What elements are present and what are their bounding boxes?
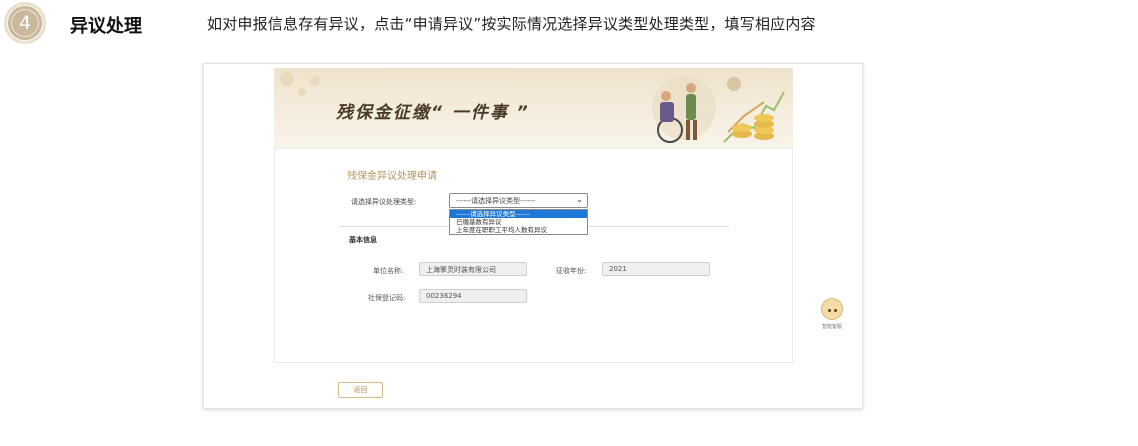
form-title: 残保金异议处理申请: [347, 171, 437, 182]
type-select[interactable]: ------请选择异议类型------ ⌄: [449, 193, 588, 208]
decor-dot: [280, 72, 294, 86]
social-code-field[interactable]: 00236294: [419, 289, 527, 303]
decor-dot: [298, 88, 306, 96]
screenshot-frame: 残保金征缴“ 一件事 ” 残保金异议处理申请 请选择异议处理类型: ------…: [203, 63, 863, 409]
chevron-down-icon: ⌄: [576, 195, 583, 204]
decor-dot: [310, 76, 320, 86]
wheelchair-illustration-icon: [652, 76, 785, 143]
dropdown-option[interactable]: 上年度在职职工平均人数有异议: [450, 226, 587, 234]
company-field[interactable]: 上海擎灵时装有限公司: [419, 262, 527, 276]
year-field[interactable]: 2021: [602, 262, 710, 276]
assistant-label: 智能客服: [821, 324, 842, 330]
banner-title: 残保金征缴“ 一件事 ”: [336, 103, 530, 123]
type-select-value: ------请选择异议类型------: [456, 197, 536, 205]
banner: 残保金征缴“ 一件事 ”: [274, 68, 793, 148]
step-description: 如对申报信息存有异议，点击“申请异议”按实际情况选择异议类型处理类型，填写相应内…: [207, 15, 816, 33]
social-code-label: 社保登记码:: [368, 294, 406, 302]
type-dropdown: ------请选择异议类型------ 已缴基数有异议 上年度在职职工平均人数有…: [449, 209, 588, 235]
dropdown-option[interactable]: 已缴基数有异议: [450, 218, 587, 226]
section-title: 基本信息: [349, 236, 377, 244]
form-panel: 残保金异议处理申请 请选择异议处理类型: ------请选择异议类型------…: [274, 148, 793, 363]
year-label: 征收年份:: [556, 267, 587, 275]
step-title: 异议处理: [70, 16, 142, 37]
step-number-badge: 4: [4, 2, 46, 44]
back-button[interactable]: 返回: [338, 382, 383, 398]
dropdown-option[interactable]: ------请选择异议类型------: [450, 210, 587, 218]
type-label: 请选择异议处理类型:: [351, 198, 417, 206]
assistant-avatar-icon: [821, 298, 843, 320]
step-number: 4: [11, 9, 39, 37]
assistant-widget[interactable]: 智能客服: [817, 296, 847, 332]
company-label: 单位名称:: [373, 267, 404, 275]
